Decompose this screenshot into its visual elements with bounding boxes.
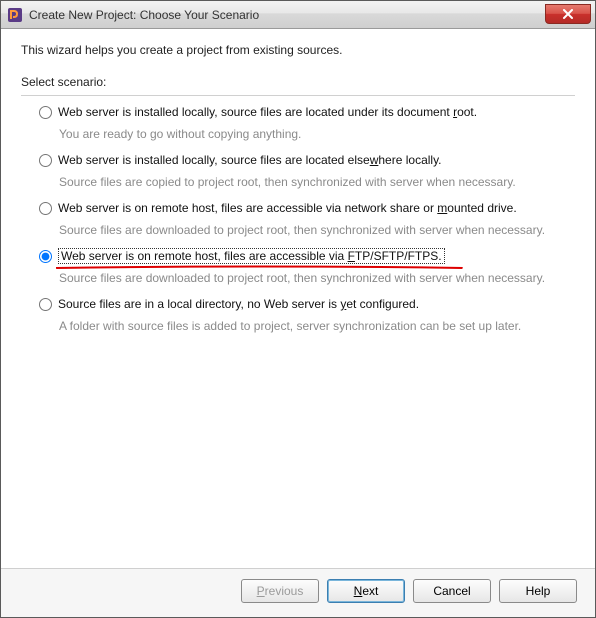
separator xyxy=(21,95,575,96)
scenario-radio[interactable] xyxy=(39,154,52,167)
next-button[interactable]: Next xyxy=(327,579,405,603)
scenario-label: Web server is on remote host, files are … xyxy=(58,200,517,216)
scenario-description: Source files are downloaded to project r… xyxy=(59,222,575,238)
scenario-option: Web server is on remote host, files are … xyxy=(39,248,575,286)
scenario-option: Source files are in a local directory, n… xyxy=(39,296,575,334)
scenario-label: Source files are in a local directory, n… xyxy=(58,296,419,312)
scenario-radio[interactable] xyxy=(39,202,52,215)
dialog-content: This wizard helps you create a project f… xyxy=(1,29,595,568)
scenario-label: Web server is installed locally, source … xyxy=(58,152,442,168)
scenario-description: You are ready to go without copying anyt… xyxy=(59,126,575,142)
window-title: Create New Project: Choose Your Scenario xyxy=(29,8,545,22)
intro-text: This wizard helps you create a project f… xyxy=(21,43,575,57)
scenario-radio[interactable] xyxy=(39,106,52,119)
scenario-row[interactable]: Web server is on remote host, files are … xyxy=(39,248,575,264)
titlebar: Create New Project: Choose Your Scenario xyxy=(1,1,595,29)
scenario-row[interactable]: Web server is installed locally, source … xyxy=(39,104,575,120)
help-button[interactable]: Help xyxy=(499,579,577,603)
scenario-label: Web server is on remote host, files are … xyxy=(58,248,445,264)
scenario-description: Source files are downloaded to project r… xyxy=(59,270,575,286)
scenario-option: Web server is installed locally, source … xyxy=(39,152,575,190)
scenario-row[interactable]: Web server is on remote host, files are … xyxy=(39,200,575,216)
button-bar: Previous Next Cancel Help xyxy=(1,568,595,617)
scenario-row[interactable]: Web server is installed locally, source … xyxy=(39,152,575,168)
close-button[interactable] xyxy=(545,4,591,24)
scenario-description: A folder with source files is added to p… xyxy=(59,318,575,334)
previous-button[interactable]: Previous xyxy=(241,579,319,603)
scenario-description: Source files are copied to project root,… xyxy=(59,174,575,190)
cancel-button[interactable]: Cancel xyxy=(413,579,491,603)
scenario-label: Web server is installed locally, source … xyxy=(58,104,477,120)
scenario-list: Web server is installed locally, source … xyxy=(21,104,575,334)
annotation-underline xyxy=(56,265,463,268)
scenario-option: Web server is installed locally, source … xyxy=(39,104,575,142)
scenario-radio[interactable] xyxy=(39,250,52,263)
scenario-row[interactable]: Source files are in a local directory, n… xyxy=(39,296,575,312)
dialog-window: Create New Project: Choose Your Scenario… xyxy=(0,0,596,618)
scenario-radio[interactable] xyxy=(39,298,52,311)
app-icon xyxy=(7,7,23,23)
select-scenario-label: Select scenario: xyxy=(21,75,575,89)
scenario-option: Web server is on remote host, files are … xyxy=(39,200,575,238)
